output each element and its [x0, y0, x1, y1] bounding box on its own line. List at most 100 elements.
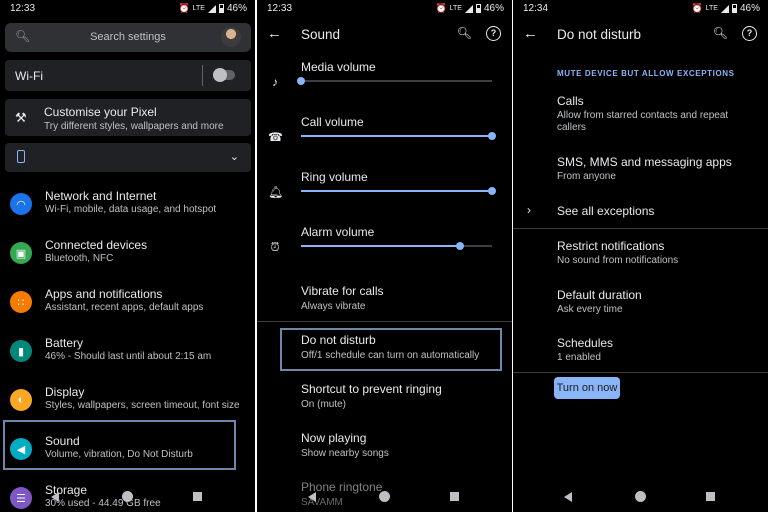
item-title: Now playing [301, 431, 367, 445]
search-bar[interactable]: 🔍︎ Search settings [5, 23, 251, 52]
settings-item-title: Apps and notifications [45, 287, 163, 301]
recents-nav-icon[interactable] [706, 492, 715, 501]
schedules-item[interactable]: Schedules 1 enabled [557, 336, 752, 364]
volume-label: Ring volume [301, 170, 368, 184]
settings-item-subtitle: 46% - Should last until about 2:15 am [45, 351, 212, 362]
alarm-icon: ⏰︎ [270, 240, 280, 254]
signal-icon [464, 4, 473, 13]
chevron-down-icon[interactable]: ⌄ [230, 150, 239, 163]
item-title: Default duration [557, 288, 642, 302]
chevron-right-icon: › [527, 203, 531, 217]
settings-item-battery[interactable]: ▮ Battery 46% - Should last until about … [0, 332, 255, 381]
alarm-volume-row: ⏰︎ Alarm volume [257, 223, 512, 278]
settings-item-title: Network and Internet [45, 189, 157, 203]
settings-screen: 12:33 ⏰ LTE 46% 🔍︎ Search settings Wi-Fi… [0, 0, 255, 512]
wifi-toggle[interactable] [213, 68, 235, 82]
sound-screen: 12:33 ⏰ LTE 46% ← Sound 🔍︎ ? ♪ Media vol… [257, 0, 512, 512]
back-nav-icon[interactable] [308, 492, 316, 502]
help-icon[interactable]: ? [486, 26, 501, 41]
turn-on-now-button[interactable]: Turn on now [554, 377, 620, 399]
status-time: 12:33 [10, 3, 36, 14]
network-type: LTE [192, 5, 205, 12]
recents-nav-icon[interactable] [193, 492, 202, 501]
now-playing-item[interactable]: Now playing Show nearby songs [301, 431, 506, 471]
item-subtitle: From anyone [557, 171, 616, 182]
divider [513, 228, 768, 229]
back-nav-icon[interactable] [564, 492, 572, 502]
item-title: Vibrate for calls [301, 284, 384, 298]
navigation-bar [513, 482, 768, 512]
do-not-disturb-screen: 12:34 ⏰ LTE 46% ← Do not disturb 🔍︎ ? MU… [513, 0, 768, 512]
wifi-quick-toggle-row[interactable]: Wi-Fi [5, 60, 251, 91]
back-arrow-icon[interactable]: ← [523, 25, 538, 42]
divider [513, 372, 768, 373]
restrict-notifications-item[interactable]: Restrict notifications No sound from not… [557, 239, 752, 267]
settings-item-connected-devices[interactable]: ▣ Connected devices Bluetooth, NFC [0, 234, 255, 283]
prevent-ringing-item[interactable]: Shortcut to prevent ringing On (mute) [301, 382, 506, 422]
call-volume-slider[interactable] [301, 132, 496, 140]
item-subtitle: Show nearby songs [301, 448, 389, 459]
settings-item-network[interactable]: ◠ Network and Internet Wi-Fi, mobile, da… [0, 185, 255, 234]
status-time: 12:34 [523, 3, 549, 14]
search-icon[interactable]: 🔍︎ [713, 26, 728, 40]
item-title: Shortcut to prevent ringing [301, 382, 442, 396]
suggestion-card[interactable]: ⚒ Customise your Pixel Try different sty… [5, 99, 251, 136]
wifi-label: Wi-Fi [15, 69, 43, 83]
vibrate-for-calls-item[interactable]: Vibrate for calls Always vibrate [301, 284, 506, 324]
search-icon[interactable]: 🔍︎ [457, 26, 472, 40]
battery-percent: 46% [483, 3, 504, 14]
see-all-exceptions-item[interactable]: See all exceptions [557, 204, 752, 218]
battery-status-icon [731, 4, 737, 13]
signal-icon [720, 4, 729, 13]
default-duration-item[interactable]: Default duration Ask every time [557, 288, 752, 316]
item-title: SMS, MMS and messaging apps [557, 155, 732, 169]
status-bar: 12:33 ⏰ LTE 46% [0, 0, 255, 18]
status-bar: 12:34 ⏰ LTE 46% [513, 0, 768, 18]
item-subtitle: No sound from notifications [557, 255, 679, 266]
condition-card[interactable]: ⌄ [5, 143, 251, 172]
avatar[interactable] [221, 27, 241, 47]
battery-status-icon [218, 4, 224, 13]
back-nav-icon[interactable] [51, 492, 59, 502]
music-note-icon: ♪ [272, 75, 278, 89]
home-nav-icon[interactable] [379, 491, 390, 502]
settings-item-subtitle: Bluetooth, NFC [45, 253, 114, 264]
alarm-volume-slider[interactable] [301, 242, 492, 250]
help-icon[interactable]: ? [742, 26, 757, 41]
page-title: Sound [301, 27, 341, 42]
phone-icon: ☎ [268, 130, 283, 144]
home-nav-icon[interactable] [635, 491, 646, 502]
suggestion-subtitle: Try different styles, wallpapers and mor… [44, 121, 224, 132]
item-title: See all exceptions [557, 204, 655, 218]
apps-icon: ∷ [10, 291, 32, 313]
divider [202, 65, 203, 86]
messaging-item[interactable]: SMS, MMS and messaging apps From anyone [557, 155, 752, 183]
media-volume-slider[interactable] [297, 77, 492, 85]
item-title: Schedules [557, 336, 614, 350]
battery-icon: ▮ [10, 340, 32, 362]
settings-item-subtitle: Wi-Fi, mobile, data usage, and hotspot [45, 204, 217, 215]
navigation-bar [0, 482, 255, 512]
bell-icon: 🔔︎ [268, 185, 284, 199]
settings-item-apps[interactable]: ∷ Apps and notifications Assistant, rece… [0, 283, 255, 332]
brush-icon: ⚒ [15, 110, 27, 125]
highlight-box [3, 420, 236, 470]
settings-item-title: Display [45, 385, 85, 399]
devices-icon: ▣ [10, 242, 32, 264]
recents-nav-icon[interactable] [450, 492, 459, 501]
network-type: LTE [449, 5, 462, 12]
media-volume-row: ♪ Media volume [257, 58, 512, 113]
app-bar: ← Do not disturb 🔍︎ ? [513, 18, 768, 52]
item-title: Calls [557, 94, 584, 108]
ring-volume-slider[interactable] [301, 187, 496, 195]
back-arrow-icon[interactable]: ← [267, 25, 282, 42]
item-subtitle: Always vibrate [301, 301, 366, 312]
divider [257, 321, 512, 322]
home-nav-icon[interactable] [122, 491, 133, 502]
calls-item[interactable]: Calls Allow from starred contacts and re… [557, 94, 752, 134]
display-icon: ◐ [10, 389, 32, 411]
alarm-status-icon: ⏰ [691, 3, 703, 13]
settings-item-title: Connected devices [45, 238, 148, 252]
item-subtitle: 1 enabled [557, 352, 601, 363]
section-header: MUTE DEVICE BUT ALLOW EXCEPTIONS [557, 69, 735, 78]
